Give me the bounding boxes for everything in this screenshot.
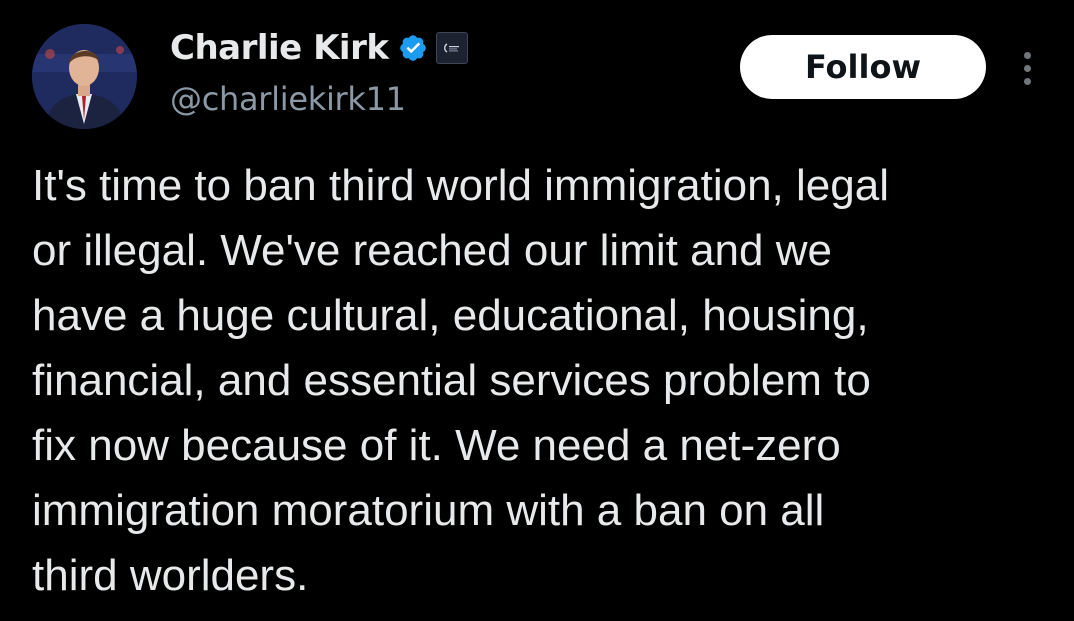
tweet-text-line: financial, and essential services proble… [32, 356, 871, 405]
organization-affiliate-icon[interactable] [436, 32, 469, 64]
tweet-text-line: It's time to ban third world immigration… [32, 161, 889, 210]
tweet-text-line: immigration moratorium with a ban on all [32, 486, 825, 535]
tweet-text-line: fix now because of it. We need a net-zer… [32, 421, 841, 470]
more-dot [1023, 77, 1031, 85]
avatar[interactable] [32, 24, 137, 129]
author-handle[interactable]: @charliekirk11 [170, 80, 406, 118]
more-dot [1023, 64, 1031, 72]
verified-check-icon [398, 33, 428, 63]
tweet-text: It's time to ban third world immigration… [32, 153, 1062, 608]
more-vertical-icon[interactable] [1012, 46, 1042, 90]
tweet-text-line: or illegal. We've reached our limit and … [32, 226, 832, 275]
follow-button[interactable]: Follow [740, 35, 986, 99]
tweet-text-line: third worlders. [32, 551, 309, 600]
more-dot [1023, 51, 1031, 59]
author-name-row: Charlie Kirk [170, 26, 469, 70]
tweet-card: Charlie Kirk @charliekirk11 Follow It's … [0, 0, 1074, 621]
author-display-name[interactable]: Charlie Kirk [170, 28, 389, 68]
tweet-text-line: have a huge cultural, educational, housi… [32, 291, 869, 340]
